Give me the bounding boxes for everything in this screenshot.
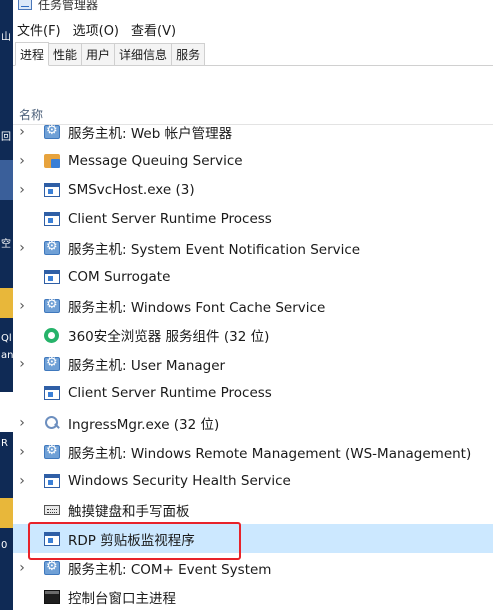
desktop-label: Ql xyxy=(1,333,12,344)
chevron-right-icon[interactable]: › xyxy=(16,473,28,489)
process-name: SMSvcHost.exe (3) xyxy=(68,181,195,198)
process-row[interactable]: › 服务主机: COM+ Event System xyxy=(13,554,493,583)
service-gear-icon xyxy=(44,123,60,139)
process-name: COM Surrogate xyxy=(68,269,171,285)
console-icon xyxy=(44,590,60,605)
chevron-right-icon[interactable]: › xyxy=(16,124,28,140)
chevron-right-icon[interactable]: › xyxy=(16,415,28,431)
desktop-background-strip: 山回空 Ql an R 0 xyxy=(0,0,13,610)
desktop-label: an xyxy=(1,350,14,361)
service-gear-icon xyxy=(44,443,60,459)
process-name: IngressMgr.exe (32 位) xyxy=(68,416,220,433)
process-row[interactable]: RDP 剪贴板监视程序 xyxy=(13,524,493,554)
process-name: 360安全浏览器 服务组件 (32 位) xyxy=(68,329,270,346)
process-row[interactable]: › 服务主机: System Event Notification Service xyxy=(13,233,493,262)
process-row[interactable]: COM Surrogate xyxy=(13,263,493,292)
menu-file[interactable]: 文件(F) xyxy=(17,20,61,39)
window-app-icon xyxy=(44,182,60,197)
title-bar[interactable]: 任务管理器 xyxy=(13,0,493,12)
desktop-label: 回 xyxy=(1,132,11,143)
menu-bar: 文件(F) 选项(O) 查看(V) xyxy=(13,18,184,40)
window-title: 任务管理器 xyxy=(38,0,99,12)
process-name: 触摸键盘和手写面板 xyxy=(68,503,190,520)
tab-details[interactable]: 详细信息 xyxy=(114,43,173,65)
tab-bar: 进程 性能 用户 详细信息 服务 xyxy=(13,42,493,66)
chevron-right-icon[interactable]: › xyxy=(16,240,28,256)
tab-services[interactable]: 服务 xyxy=(171,43,206,65)
browser-360-icon xyxy=(44,327,59,343)
process-name: Client Server Runtime Process xyxy=(68,385,272,402)
process-name: Windows Security Health Service xyxy=(68,472,291,489)
service-gear-icon xyxy=(44,239,60,255)
desktop-label: 山 xyxy=(1,32,11,43)
desktop-label: 0 xyxy=(1,540,8,551)
msmq-icon xyxy=(44,153,60,168)
desktop-label: 空 xyxy=(1,239,11,250)
desktop-tile-3 xyxy=(0,392,13,432)
process-name: 控制台窗口主进程 xyxy=(68,591,176,608)
window-app-icon xyxy=(44,531,60,546)
process-row[interactable]: 360安全浏览器 服务组件 (32 位) xyxy=(13,321,493,350)
process-row[interactable]: › Message Queuing Service xyxy=(13,146,493,175)
desktop-tile-1 xyxy=(0,160,13,200)
process-row[interactable]: › 服务主机: Windows Font Cache Service xyxy=(13,292,493,321)
window-app-icon xyxy=(44,473,60,488)
service-gear-icon xyxy=(44,559,60,575)
desktop-tile-2 xyxy=(0,288,13,318)
process-row[interactable]: Client Server Runtime Process xyxy=(13,379,493,408)
menu-options[interactable]: 选项(O) xyxy=(73,20,119,39)
process-name: RDP 剪贴板监视程序 xyxy=(68,532,195,549)
process-name: 服务主机: Web 帐户管理器 xyxy=(68,125,233,142)
process-name: 服务主机: User Manager xyxy=(68,358,226,375)
service-gear-icon xyxy=(44,297,60,314)
desktop-label: R xyxy=(1,438,8,449)
search-magnifier-icon xyxy=(44,415,59,430)
process-row[interactable]: 触摸键盘和手写面板 xyxy=(13,495,493,524)
process-row[interactable]: 控制台窗口主进程 xyxy=(13,583,493,610)
window-app-icon xyxy=(44,386,60,401)
process-name: Client Server Runtime Process xyxy=(68,210,272,227)
process-row[interactable]: › 服务主机: Windows Remote Management (WS-Man… xyxy=(13,437,493,466)
chevron-right-icon[interactable]: › xyxy=(16,182,28,198)
window-app-icon xyxy=(44,211,60,226)
process-row[interactable]: › Windows Security Health Service xyxy=(13,466,493,495)
process-row[interactable]: Client Server Runtime Process xyxy=(13,204,493,233)
process-row[interactable]: › SMSvcHost.exe (3) xyxy=(13,175,493,204)
process-name: 服务主机: Windows Remote Management (WS-Mana… xyxy=(68,445,472,462)
process-row[interactable]: › 服务主机: Web 帐户管理器 xyxy=(13,117,493,146)
tab-performance[interactable]: 性能 xyxy=(48,43,83,65)
tab-processes[interactable]: 进程 xyxy=(15,42,50,66)
chevron-right-icon[interactable]: › xyxy=(16,444,28,460)
task-manager-icon xyxy=(18,0,32,10)
chevron-right-icon[interactable]: › xyxy=(16,356,28,372)
process-name: Message Queuing Service xyxy=(68,152,243,169)
process-name: 服务主机: System Event Notification Service xyxy=(68,241,361,258)
task-manager-window: 任务管理器 文件(F) 选项(O) 查看(V) 进程 性能 用户 详细信息 服务… xyxy=(13,0,493,610)
process-row[interactable]: › IngressMgr.exe (32 位) xyxy=(13,408,493,437)
menu-view[interactable]: 查看(V) xyxy=(131,20,176,39)
chevron-right-icon[interactable]: › xyxy=(16,153,28,169)
tab-users[interactable]: 用户 xyxy=(81,43,116,65)
chevron-right-icon[interactable]: › xyxy=(16,560,28,576)
service-gear-icon xyxy=(44,355,60,372)
window-app-icon xyxy=(44,270,60,284)
keyboard-icon xyxy=(44,505,60,516)
process-name: 服务主机: COM+ Event System xyxy=(68,562,272,578)
chevron-right-icon[interactable]: › xyxy=(16,298,28,314)
desktop-tile-4 xyxy=(0,498,13,528)
process-row[interactable]: › 服务主机: User Manager xyxy=(13,350,493,379)
process-name: 服务主机: Windows Font Cache Service xyxy=(68,300,326,317)
